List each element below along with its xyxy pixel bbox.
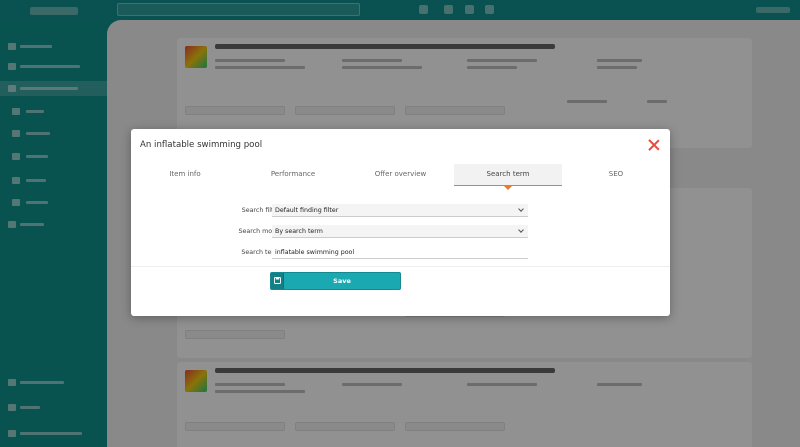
search-term-input[interactable]: inflatable swimming pool <box>272 246 528 259</box>
search-filter-value: Default finding filter <box>275 207 339 214</box>
tab-seo[interactable]: SEO <box>562 164 670 186</box>
modal-tabs: Item info Performance Offer overview Sea… <box>131 164 670 190</box>
search-mode-select[interactable]: By search term <box>272 225 528 238</box>
close-icon[interactable] <box>647 138 661 152</box>
search-mode-row: Search mode By search term <box>131 225 670 238</box>
save-button[interactable]: Save <box>270 272 401 290</box>
tab-item-info[interactable]: Item info <box>131 164 239 186</box>
chevron-down-icon <box>518 206 524 212</box>
search-filter-select[interactable]: Default finding filter <box>272 204 528 217</box>
search-term-value: inflatable swimming pool <box>275 249 355 256</box>
item-detail-modal: An inflatable swimming pool Item info Pe… <box>131 129 670 316</box>
save-button-label: Save <box>333 277 351 285</box>
search-term-row: Search term inflatable swimming pool <box>131 246 670 259</box>
modal-divider <box>131 266 670 267</box>
floppy-disk-icon <box>271 273 284 289</box>
modal-title: An inflatable swimming pool <box>140 140 263 150</box>
tab-performance[interactable]: Performance <box>239 164 347 186</box>
tab-offer-overview[interactable]: Offer overview <box>347 164 454 186</box>
chevron-down-icon <box>518 227 524 233</box>
search-filter-row: Search filter Default finding filter <box>131 204 670 217</box>
search-mode-value: By search term <box>275 228 323 235</box>
tab-search-term[interactable]: Search term <box>454 164 562 190</box>
